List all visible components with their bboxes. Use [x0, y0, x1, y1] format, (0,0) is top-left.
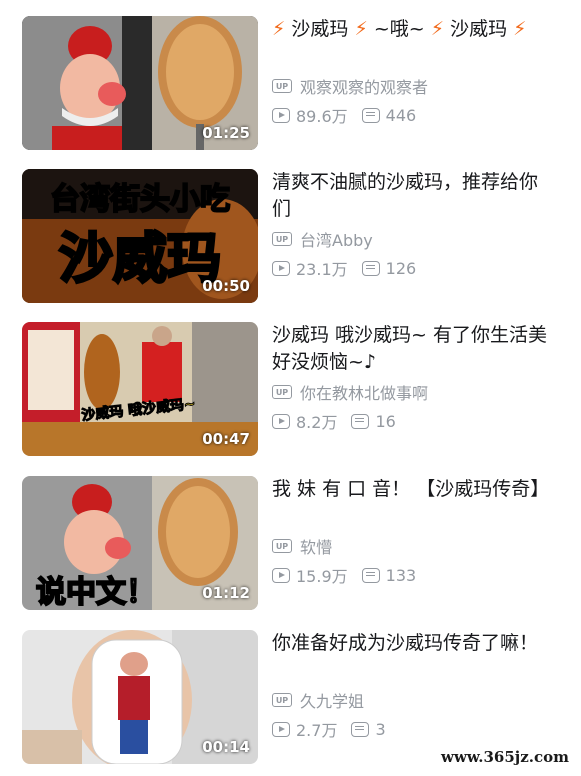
video-title[interactable]: 你准备好成为沙威玛传奇了嘛！	[272, 630, 550, 657]
play-count-icon	[272, 107, 290, 123]
up-badge-icon: UP	[272, 79, 292, 93]
up-badge-icon: UP	[272, 693, 292, 707]
uploader-name[interactable]: 软懵	[300, 534, 332, 558]
video-card[interactable]: 沙威玛 哦沙威玛~ 00:47 沙威玛 哦沙威玛~ 有了你生活美好没烦恼~♪ U…	[22, 322, 567, 458]
uploader-row[interactable]: UP 观察观察的观察者	[272, 74, 428, 98]
up-badge-icon: UP	[272, 232, 292, 246]
uploader-row[interactable]: UP 软懵	[272, 534, 332, 558]
video-thumbnail[interactable]: 台湾街头小吃 沙威玛 00:50	[22, 169, 258, 303]
video-duration: 00:47	[202, 430, 250, 448]
video-duration: 00:14	[202, 738, 250, 756]
up-badge-icon: UP	[272, 385, 292, 399]
video-duration: 01:25	[202, 124, 250, 142]
view-count: 15.9万	[296, 567, 348, 586]
video-thumbnail[interactable]: 沙威玛 哦沙威玛~ 00:47	[22, 322, 258, 456]
comment-count-icon	[361, 107, 380, 123]
uploader-row[interactable]: UP 久九学姐	[272, 688, 364, 712]
uploader-name[interactable]: 观察观察的观察者	[300, 74, 428, 98]
video-card[interactable]: 台湾街头小吃 沙威玛 00:50 清爽不油腻的沙威玛，推荐给你们 UP 台湾Ab…	[22, 169, 567, 305]
play-count-icon	[272, 413, 290, 429]
video-title[interactable]: 沙威玛 哦沙威玛~ 有了你生活美好没烦恼~♪	[272, 322, 550, 376]
comment-count: 133	[385, 565, 417, 585]
uploader-row[interactable]: UP 台湾Abby	[272, 227, 373, 251]
comment-count: 126	[385, 258, 417, 278]
thumbnail-caption: 说中文！	[36, 575, 156, 610]
play-count-icon	[272, 260, 290, 276]
lightning-icon: ⚡	[430, 18, 445, 40]
watermark-text: www.365jz.com	[441, 748, 569, 766]
uploader-row[interactable]: UP 你在教林北做事啊	[272, 380, 428, 404]
view-count: 8.2万	[296, 413, 338, 432]
video-thumbnail[interactable]: 01:25	[22, 16, 258, 150]
comment-count-icon	[351, 413, 370, 429]
video-title[interactable]: ⚡ 沙威玛 ⚡ ~哦~ ⚡ 沙威玛 ⚡	[272, 16, 550, 43]
view-count: 89.6万	[296, 107, 348, 126]
uploader-name[interactable]: 你在教林北做事啊	[300, 380, 428, 404]
lightning-icon: ⚡	[272, 18, 286, 40]
comment-count: 446	[385, 105, 417, 125]
lightning-icon: ⚡	[513, 18, 527, 40]
comment-count-icon	[361, 567, 380, 583]
uploader-name[interactable]: 久九学姐	[300, 688, 364, 712]
video-title[interactable]: 清爽不油腻的沙威玛，推荐给你们	[272, 169, 550, 223]
video-duration: 01:12	[202, 584, 250, 602]
comment-count-icon	[361, 260, 380, 276]
lightning-icon: ⚡	[354, 18, 368, 40]
play-count-icon	[272, 567, 290, 583]
comment-count-icon	[351, 721, 370, 737]
video-thumbnail[interactable]: 说中文！ 01:12	[22, 476, 258, 610]
video-thumbnail[interactable]: 00:14	[22, 630, 258, 764]
video-title[interactable]: 我 妹 有 口 音！ 【沙威玛传奇】	[272, 476, 550, 503]
video-card[interactable]: 说中文！ 01:12 我 妹 有 口 音！ 【沙威玛传奇】 UP 软懵 15.9…	[22, 476, 567, 612]
stats-row: 23.1万 126	[272, 256, 416, 280]
stats-row: 89.6万 446	[272, 103, 416, 127]
video-card[interactable]: 01:25 ⚡ 沙威玛 ⚡ ~哦~ ⚡ 沙威玛 ⚡ UP 观察观察的观察者 89…	[22, 16, 567, 152]
thumbnail-caption-large: 沙威玛	[59, 227, 221, 290]
video-card[interactable]: 00:14 你准备好成为沙威玛传奇了嘛！ UP 久九学姐 2.7万 3	[22, 630, 567, 766]
video-duration: 00:50	[202, 277, 250, 295]
up-badge-icon: UP	[272, 539, 292, 553]
comment-count: 16	[375, 411, 396, 431]
thumbnail-caption: 台湾街头小吃	[50, 182, 230, 217]
uploader-name[interactable]: 台湾Abby	[300, 227, 373, 251]
stats-row: 8.2万 16	[272, 409, 396, 433]
view-count: 23.1万	[296, 260, 348, 279]
stats-row: 2.7万 3	[272, 717, 386, 741]
play-count-icon	[272, 721, 290, 737]
comment-count: 3	[375, 719, 386, 739]
stats-row: 15.9万 133	[272, 563, 416, 587]
view-count: 2.7万	[296, 721, 338, 740]
